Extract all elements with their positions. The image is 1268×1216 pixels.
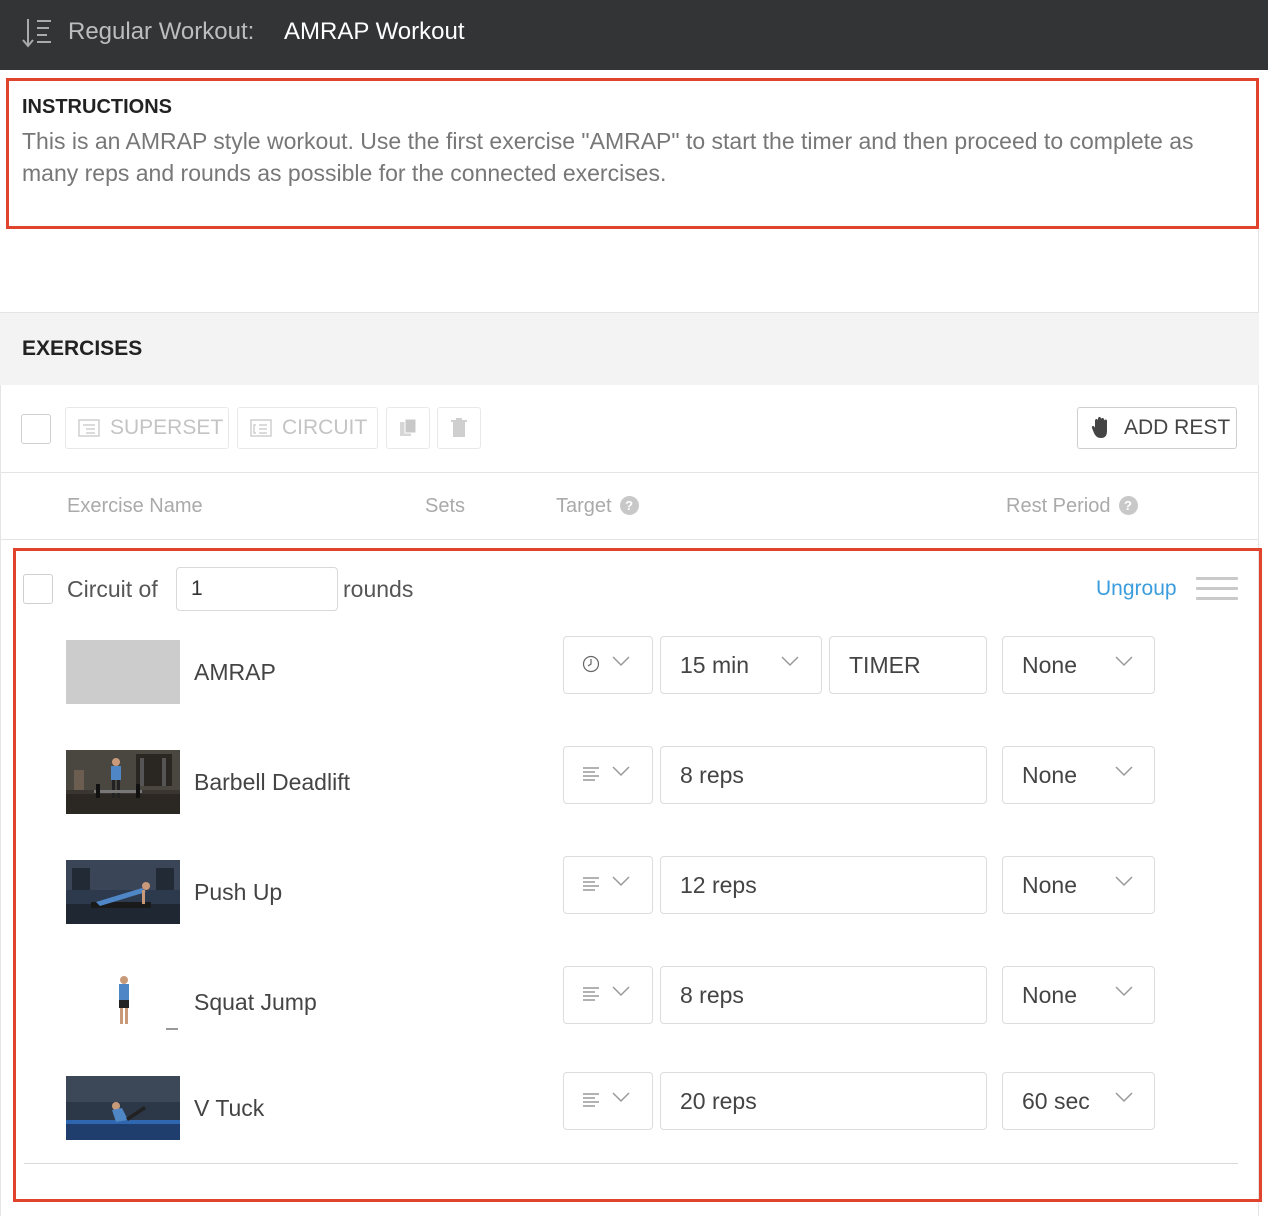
circuit-checkbox[interactable]: [23, 574, 53, 604]
exercise-thumbnail[interactable]: [66, 970, 180, 1034]
chevron-down-icon: [612, 986, 630, 997]
add-rest-label: ADD REST: [1124, 416, 1231, 439]
exercise-thumbnail[interactable]: [66, 860, 180, 924]
exercise-name[interactable]: Barbell Deadlift: [194, 769, 350, 796]
circuit-button[interactable]: CIRCUIT: [237, 407, 378, 449]
rest-value: None: [1022, 652, 1077, 678]
target-value: 8 reps: [680, 762, 744, 788]
chevron-down-icon: [612, 766, 630, 777]
col-target: Target?: [556, 495, 639, 518]
target-input[interactable]: 8 reps: [660, 966, 987, 1024]
target-help-icon[interactable]: ?: [619, 496, 639, 515]
col-rest-period: Rest Period?: [1006, 495, 1138, 518]
exercise-name[interactable]: Push Up: [194, 879, 282, 906]
workout-title: AMRAP Workout: [284, 18, 465, 45]
trash-icon: [451, 418, 467, 437]
circuit-icon: [250, 419, 272, 437]
superset-label: SUPERSET: [110, 416, 224, 439]
workout-type-label: Regular Workout:: [68, 18, 255, 45]
exercise-name[interactable]: Squat Jump: [194, 989, 317, 1016]
superset-icon: [78, 419, 100, 437]
superset-button[interactable]: SUPERSET: [65, 407, 229, 449]
rest-value: None: [1022, 872, 1077, 898]
ungroup-link[interactable]: Ungroup: [1096, 577, 1177, 601]
hand-icon: [1091, 417, 1107, 438]
exercise-thumbnail[interactable]: [66, 1076, 180, 1140]
rest-dropdown[interactable]: 60 sec: [1002, 1072, 1155, 1130]
chevron-down-icon: [1115, 766, 1133, 777]
lines-icon: [583, 767, 599, 781]
exercise-name[interactable]: V Tuck: [194, 1095, 264, 1122]
copy-icon: [400, 418, 417, 436]
chevron-down-icon: [1115, 876, 1133, 887]
target-value: 12 reps: [680, 872, 757, 898]
exercises-header: EXERCISES: [0, 312, 1259, 385]
circuit-group: Circuit of 1 rounds Ungroup AMRAP 15 min…: [13, 548, 1262, 1202]
add-rest-button[interactable]: ADD REST: [1077, 407, 1237, 449]
target-input[interactable]: 20 reps: [660, 1072, 987, 1130]
delete-button[interactable]: [437, 407, 481, 449]
lines-icon: [583, 987, 599, 1001]
copy-button[interactable]: [386, 407, 430, 449]
timer-value: TIMER: [849, 652, 921, 678]
set-type-dropdown[interactable]: [563, 856, 653, 914]
target-input[interactable]: 12 reps: [660, 856, 987, 914]
rest-dropdown[interactable]: None: [1002, 966, 1155, 1024]
top-bar: Regular Workout: AMRAP Workout: [0, 0, 1268, 70]
rest-help-icon[interactable]: ?: [1118, 496, 1138, 515]
target-input[interactable]: 8 reps: [660, 746, 987, 804]
clock-icon: [582, 655, 600, 673]
exercise-row[interactable]: Barbell Deadlift 8 reps None: [66, 746, 1216, 814]
target-value: 20 reps: [680, 1088, 757, 1114]
target-dropdown[interactable]: 15 min: [660, 636, 822, 694]
exercise-toolbar: SUPERSET CIRCUIT ADD REST: [0, 385, 1259, 473]
instructions-heading: INSTRUCTIONS: [22, 96, 172, 118]
circuit-suffix: rounds: [343, 576, 414, 602]
instructions-text[interactable]: This is an AMRAP style workout. Use the …: [22, 125, 1212, 189]
exercise-row[interactable]: V Tuck 20 reps 60 sec: [66, 1072, 1216, 1140]
select-all-checkbox[interactable]: [21, 414, 51, 444]
circuit-label: CIRCUIT: [282, 416, 368, 439]
exercise-row[interactable]: AMRAP 15 min TIMER None: [66, 636, 1216, 704]
rest-dropdown[interactable]: None: [1002, 636, 1155, 694]
chevron-down-icon: [1115, 1092, 1133, 1103]
rest-value: 60 sec: [1022, 1088, 1090, 1114]
rest-value: None: [1022, 982, 1077, 1008]
col-exercise-name: Exercise Name: [67, 495, 203, 517]
set-type-dropdown[interactable]: [563, 966, 653, 1024]
target-value: 8 reps: [680, 982, 744, 1008]
exercise-row[interactable]: Push Up 12 reps None: [66, 856, 1216, 924]
lines-icon: [583, 1093, 599, 1107]
col-rest-label: Rest Period: [1006, 495, 1111, 517]
timer-field[interactable]: TIMER: [829, 636, 987, 694]
column-headers: Exercise Name Sets Target? Rest Period?: [0, 473, 1259, 540]
lines-icon: [583, 877, 599, 891]
col-target-label: Target: [556, 495, 612, 517]
set-type-dropdown[interactable]: [563, 1072, 653, 1130]
chevron-down-icon: [1115, 986, 1133, 997]
chevron-down-icon: [612, 876, 630, 887]
chevron-down-icon: [612, 656, 630, 667]
set-type-dropdown[interactable]: [563, 746, 653, 804]
col-sets: Sets: [425, 495, 466, 517]
set-type-dropdown[interactable]: [563, 636, 653, 694]
exercises-title: EXERCISES: [22, 337, 143, 360]
drag-handle-icon[interactable]: [1196, 577, 1238, 603]
chevron-down-icon: [612, 1092, 630, 1103]
exercise-row[interactable]: Squat Jump 8 reps None: [66, 966, 1216, 1034]
rest-dropdown[interactable]: None: [1002, 856, 1155, 914]
circuit-prefix: Circuit of: [67, 576, 158, 602]
target-value: 15 min: [680, 652, 750, 678]
circuit-divider: [24, 1163, 1238, 1164]
sort-list-icon[interactable]: [20, 16, 54, 50]
chevron-down-icon: [1115, 656, 1133, 667]
rest-dropdown[interactable]: None: [1002, 746, 1155, 804]
instructions-panel: INSTRUCTIONS This is an AMRAP style work…: [6, 78, 1259, 229]
chevron-down-icon: [781, 656, 799, 667]
exercise-name[interactable]: AMRAP: [194, 659, 276, 686]
rounds-input[interactable]: 1: [176, 567, 338, 611]
exercise-thumbnail[interactable]: [66, 640, 180, 704]
rest-value: None: [1022, 762, 1077, 788]
exercise-thumbnail[interactable]: [66, 750, 180, 814]
